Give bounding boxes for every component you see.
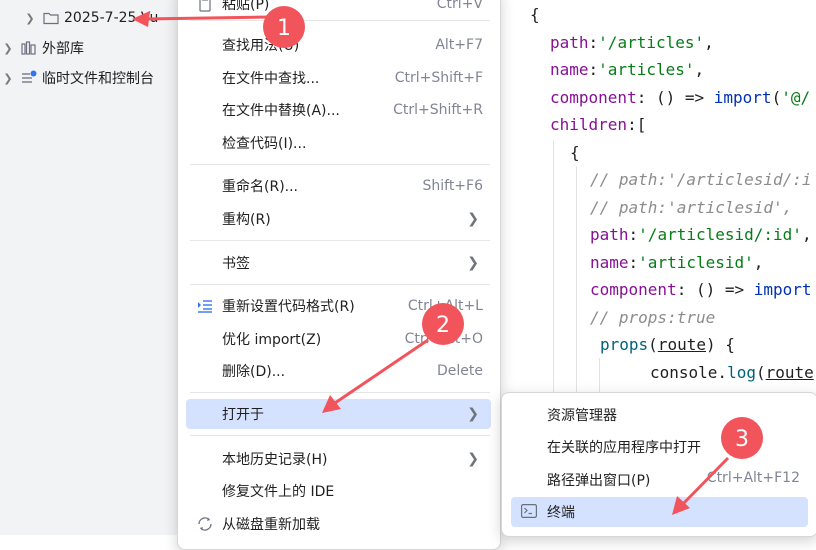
code-line: props(route) {: [600, 335, 735, 354]
menu-separator: [190, 164, 490, 165]
code-line: {: [570, 143, 580, 162]
code-line: component: () => import('@/: [550, 88, 811, 107]
chevron-right-icon: ❯: [467, 255, 479, 271]
menu-item-refactor[interactable]: 重构(R) ❯: [186, 204, 491, 234]
tree-item-external-libraries[interactable]: ❯ 外部库: [2, 34, 84, 62]
menu-item-optimize-imports[interactable]: 优化 import(Z) Ctrl+Alt+O: [186, 324, 491, 354]
tree-item-project-folder[interactable]: ❯ 2025-7-25 Vu: [24, 4, 158, 32]
project-tree: ❯ 2025-7-25 Vu ❯ 外部库 ❯ 临时文件和控制台: [0, 0, 180, 535]
menu-item-rename[interactable]: 重命名(R)... Shift+F6: [186, 171, 491, 201]
chevron-right-icon: ❯: [467, 211, 479, 227]
menu-separator: [190, 20, 490, 21]
code-line: // path:'articlesid',: [590, 198, 793, 217]
menu-separator: [190, 284, 490, 285]
chevron-right-icon: ❯: [467, 451, 479, 467]
paste-icon: [196, 0, 214, 13]
tree-item-label: 2025-7-25 Vu: [64, 10, 159, 26]
scratches-icon: [20, 70, 38, 86]
menu-separator: [190, 240, 490, 241]
submenu-item-explorer[interactable]: 资源管理器: [511, 400, 808, 430]
code-line: // path:'/articlesid/:i: [590, 170, 812, 189]
chevron-right-icon: ❯: [467, 406, 479, 422]
reformat-icon: [196, 297, 214, 315]
menu-separator: [190, 392, 490, 393]
folder-icon: [42, 10, 60, 26]
code-line: name:'articlesid',: [590, 253, 764, 272]
menu-item-delete[interactable]: 删除(D)... Delete: [186, 356, 491, 386]
context-menu: 粘贴(P) Ctrl+V 查找用法(U) Alt+F7 在文件中查找... Ct…: [177, 0, 501, 550]
menu-item-find-usages[interactable]: 查找用法(U) Alt+F7: [186, 30, 491, 60]
reload-icon: [196, 515, 214, 533]
menu-item-paste[interactable]: 粘贴(P) Ctrl+V: [186, 0, 491, 19]
code-line: console.log(route: [650, 363, 814, 382]
chevron-right-icon[interactable]: ❯: [24, 12, 36, 25]
submenu-item-path-popup[interactable]: 路径弹出窗口(P) Ctrl+Alt+F12: [511, 465, 808, 495]
menu-item-open-in[interactable]: 打开于 ❯: [186, 399, 491, 429]
code-line: // props:true: [590, 308, 716, 327]
code-line: {: [530, 5, 540, 24]
chevron-right-icon[interactable]: ❯: [2, 72, 14, 85]
code-line: component: () => import: [590, 280, 812, 299]
code-line: name:'articles',: [550, 60, 705, 79]
menu-item-reformat-code[interactable]: 重新设置代码格式(R) Ctrl+Alt+L: [186, 291, 491, 321]
tree-item-scratches[interactable]: ❯ 临时文件和控制台: [2, 64, 154, 92]
tree-item-label: 外部库: [42, 41, 84, 57]
menu-item-local-history[interactable]: 本地历史记录(H) ❯: [186, 444, 491, 474]
code-line: path:'/articles',: [550, 33, 714, 52]
terminal-icon: [521, 504, 538, 519]
submenu-item-associated-app[interactable]: 在关联的应用程序中打开: [511, 432, 808, 462]
menu-separator: [190, 435, 490, 436]
menu-item-repair-ide[interactable]: 修复文件上的 IDE: [186, 476, 491, 506]
menu-item-find-in-files[interactable]: 在文件中查找... Ctrl+Shift+F: [186, 63, 491, 93]
menu-item-inspect-code[interactable]: 检查代码(I)...: [186, 128, 491, 158]
menu-item-bookmarks[interactable]: 书签 ❯: [186, 248, 491, 278]
submenu-item-terminal[interactable]: 终端: [511, 497, 808, 527]
code-line: path:'/articlesid/:id',: [590, 225, 812, 244]
code-line: children:[: [550, 115, 647, 134]
chevron-right-icon[interactable]: ❯: [2, 42, 14, 55]
menu-item-replace-in-files[interactable]: 在文件中替换(A)... Ctrl+Shift+R: [186, 95, 491, 125]
open-in-submenu: 资源管理器 在关联的应用程序中打开 路径弹出窗口(P) Ctrl+Alt+F12…: [501, 392, 816, 537]
tree-item-label: 临时文件和控制台: [42, 71, 154, 87]
library-icon: [20, 40, 38, 56]
